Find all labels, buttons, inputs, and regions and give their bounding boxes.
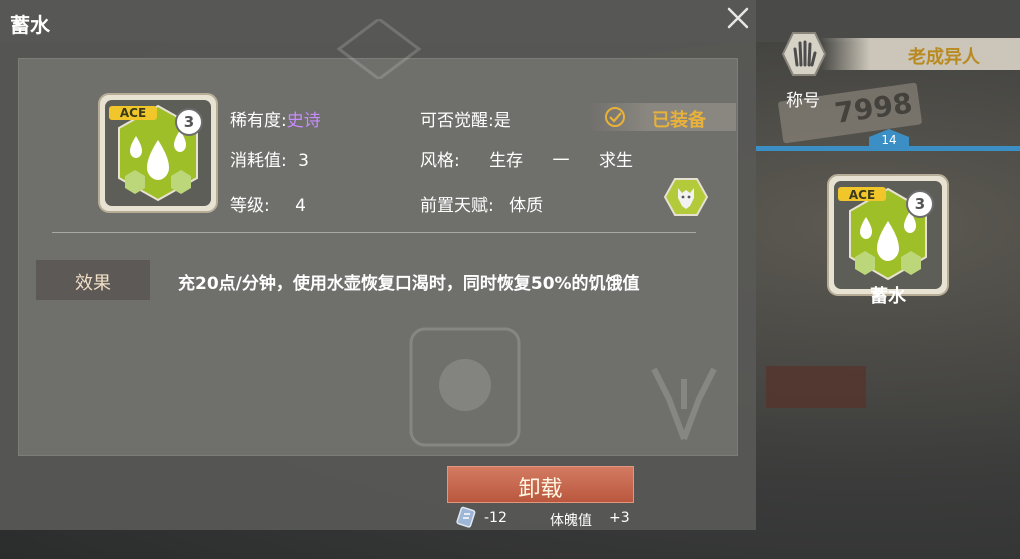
level-value: 4 xyxy=(295,196,306,216)
effect-tab[interactable]: 效果 xyxy=(36,260,150,300)
plate-text: 7998 xyxy=(832,86,915,130)
unequip-button[interactable]: 卸载 xyxy=(447,466,634,503)
level-number: 14 xyxy=(881,133,897,147)
ghost-diamond-icon xyxy=(336,19,422,79)
wolf-icon[interactable] xyxy=(664,178,708,216)
stat-delta: +3 xyxy=(609,510,630,526)
cost-value: 3 xyxy=(298,151,309,171)
unequip-label: 卸载 xyxy=(518,477,563,502)
awaken-value: 是 xyxy=(493,111,511,131)
cost-row: 消耗值: 3 xyxy=(230,146,309,171)
effect-tab-label: 效果 xyxy=(75,273,111,294)
level-row: 等级: 4 xyxy=(230,191,306,216)
style-label: 风格: xyxy=(420,151,460,171)
effect-description: 充20点/分钟，使用水壶恢复口渴时，同时恢复50%的饥饿值 xyxy=(178,274,640,294)
check-circle-icon xyxy=(605,107,625,127)
slot-label: 蓄水 xyxy=(870,286,906,307)
level-label: 等级: xyxy=(230,196,270,216)
rarity-value: 史诗 xyxy=(286,111,321,131)
talent-detail-modal: 蓄水 ACE 3 稀有度:史诗 可否觉醒:是 已装备 消耗值: 3 风格: 生存… xyxy=(0,0,756,530)
awaken-row: 可否觉醒:是 xyxy=(420,106,511,131)
equipped-label: 已装备 xyxy=(652,110,706,131)
style-row: 风格: 生存 一 求生 xyxy=(420,146,633,171)
cost-delta: -12 xyxy=(484,510,507,526)
title-tag: 老成异人 xyxy=(820,38,1020,70)
equipped-badge: 已装备 xyxy=(590,103,736,131)
rarity-row: 稀有度:史诗 xyxy=(230,106,321,131)
ghost-card-icon xyxy=(409,327,521,447)
ghost-deer-icon xyxy=(651,367,717,441)
talent-count: 3 xyxy=(183,113,195,131)
crystal-icon xyxy=(456,506,476,528)
cost-label: 消耗值: xyxy=(230,151,287,171)
prereq-label: 前置天赋: xyxy=(420,196,494,216)
stat-label: 体魄值 xyxy=(550,513,592,529)
awaken-label: 可否觉醒: xyxy=(420,111,494,131)
style-separator: 一 xyxy=(552,151,570,171)
style-value-2: 求生 xyxy=(598,151,633,171)
title-label: 称号 xyxy=(786,91,820,111)
prereq-value: 体质 xyxy=(509,196,544,216)
modal-title: 蓄水 xyxy=(10,13,50,37)
style-value-1: 生存 xyxy=(489,151,524,171)
close-icon[interactable] xyxy=(722,2,754,34)
slot-count: 3 xyxy=(914,195,926,213)
ace-badge: ACE xyxy=(119,106,147,120)
prereq-row: 前置天赋: 体质 xyxy=(420,191,543,216)
title-tag-label: 老成异人 xyxy=(908,47,980,68)
section-divider xyxy=(52,232,696,233)
rust-decor xyxy=(766,366,866,408)
level-badge: 14 xyxy=(869,129,909,151)
hand-icon[interactable] xyxy=(782,31,826,77)
slot-ace-badge: ACE xyxy=(848,188,876,202)
rarity-label: 稀有度: xyxy=(230,111,287,131)
